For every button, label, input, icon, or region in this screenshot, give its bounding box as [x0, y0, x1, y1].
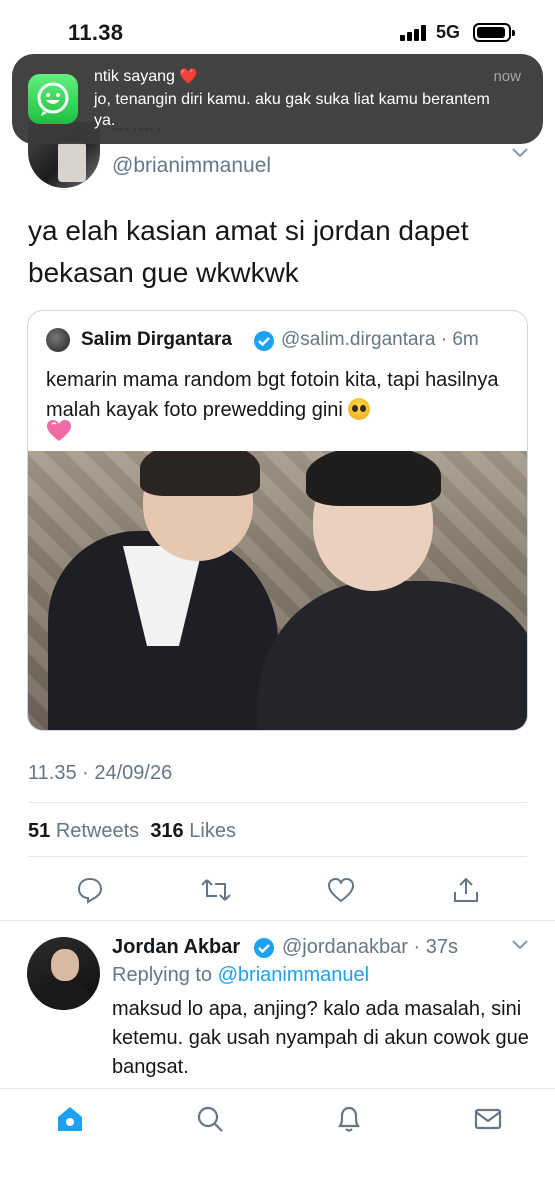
- quoted-text: kemarin mama random bgt fotoin kita, tap…: [46, 369, 499, 421]
- divider: [28, 856, 527, 857]
- verified-icon: [254, 938, 274, 958]
- tweet-actions: [0, 876, 555, 908]
- retweet-icon[interactable]: [200, 876, 232, 904]
- pleading-face-icon: [348, 398, 371, 420]
- quoted-tweet[interactable]: Salim Dirgantara @salim.dirgantara · 6m …: [27, 310, 528, 731]
- reply-text: maksud lo apa, anjing? kalo ada masalah,…: [112, 998, 529, 1078]
- messages-icon[interactable]: [473, 1104, 503, 1134]
- divider: [28, 802, 527, 803]
- pink-heart-icon: [47, 420, 71, 441]
- quoted-photo[interactable]: [28, 451, 527, 730]
- reply-name[interactable]: Jordan Akbar: [112, 936, 240, 959]
- tweet-stats[interactable]: 51 Retweets 316 Likes: [28, 820, 236, 843]
- share-icon[interactable]: [452, 876, 480, 904]
- quoted-avatar: [46, 328, 70, 352]
- notification-banner[interactable]: ntik sayang ❤️ now jo, tenangin diri kam…: [12, 54, 543, 144]
- quoted-name: Salim Dirgantara: [81, 329, 232, 350]
- home-icon[interactable]: [55, 1104, 85, 1134]
- quoted-handle-time: @salim.dirgantara · 6m: [281, 329, 479, 350]
- notification-sender: ntik sayang ❤️: [94, 68, 199, 85]
- status-bar: 11.38 5G: [0, 0, 555, 62]
- search-icon[interactable]: [195, 1104, 225, 1134]
- notification-time: now: [493, 68, 521, 85]
- chevron-down-icon[interactable]: [511, 939, 529, 951]
- heart-emoji: ❤️: [179, 68, 199, 85]
- reply-avatar[interactable]: [27, 937, 100, 1010]
- chevron-down-icon[interactable]: [511, 147, 529, 159]
- network-label: 5G: [436, 22, 461, 42]
- whatsapp-icon: [28, 74, 78, 124]
- status-time: 11.38: [68, 20, 124, 45]
- replying-to-link[interactable]: @brianimmanuel: [218, 964, 369, 986]
- signal-icon: [400, 25, 428, 41]
- battery-icon: [473, 23, 515, 42]
- notifications-icon[interactable]: [334, 1104, 364, 1134]
- reply-icon[interactable]: [76, 876, 104, 904]
- divider: [0, 920, 555, 921]
- tweet-timestamp: 11.35 · 24/09/26: [28, 762, 173, 784]
- reply-handle-time: @jordanakbar · 37s: [282, 936, 458, 958]
- notification-message: jo, tenangin diri kamu. aku gak suka lia…: [94, 91, 490, 129]
- replying-to: Replying to @brianimmanuel: [112, 964, 370, 986]
- like-icon[interactable]: [327, 876, 355, 904]
- tweet-text: ya elah kasian amat si jordan dapet beka…: [28, 215, 469, 288]
- verified-icon: [254, 331, 274, 351]
- tweet-handle[interactable]: @brianimmanuel: [112, 154, 271, 178]
